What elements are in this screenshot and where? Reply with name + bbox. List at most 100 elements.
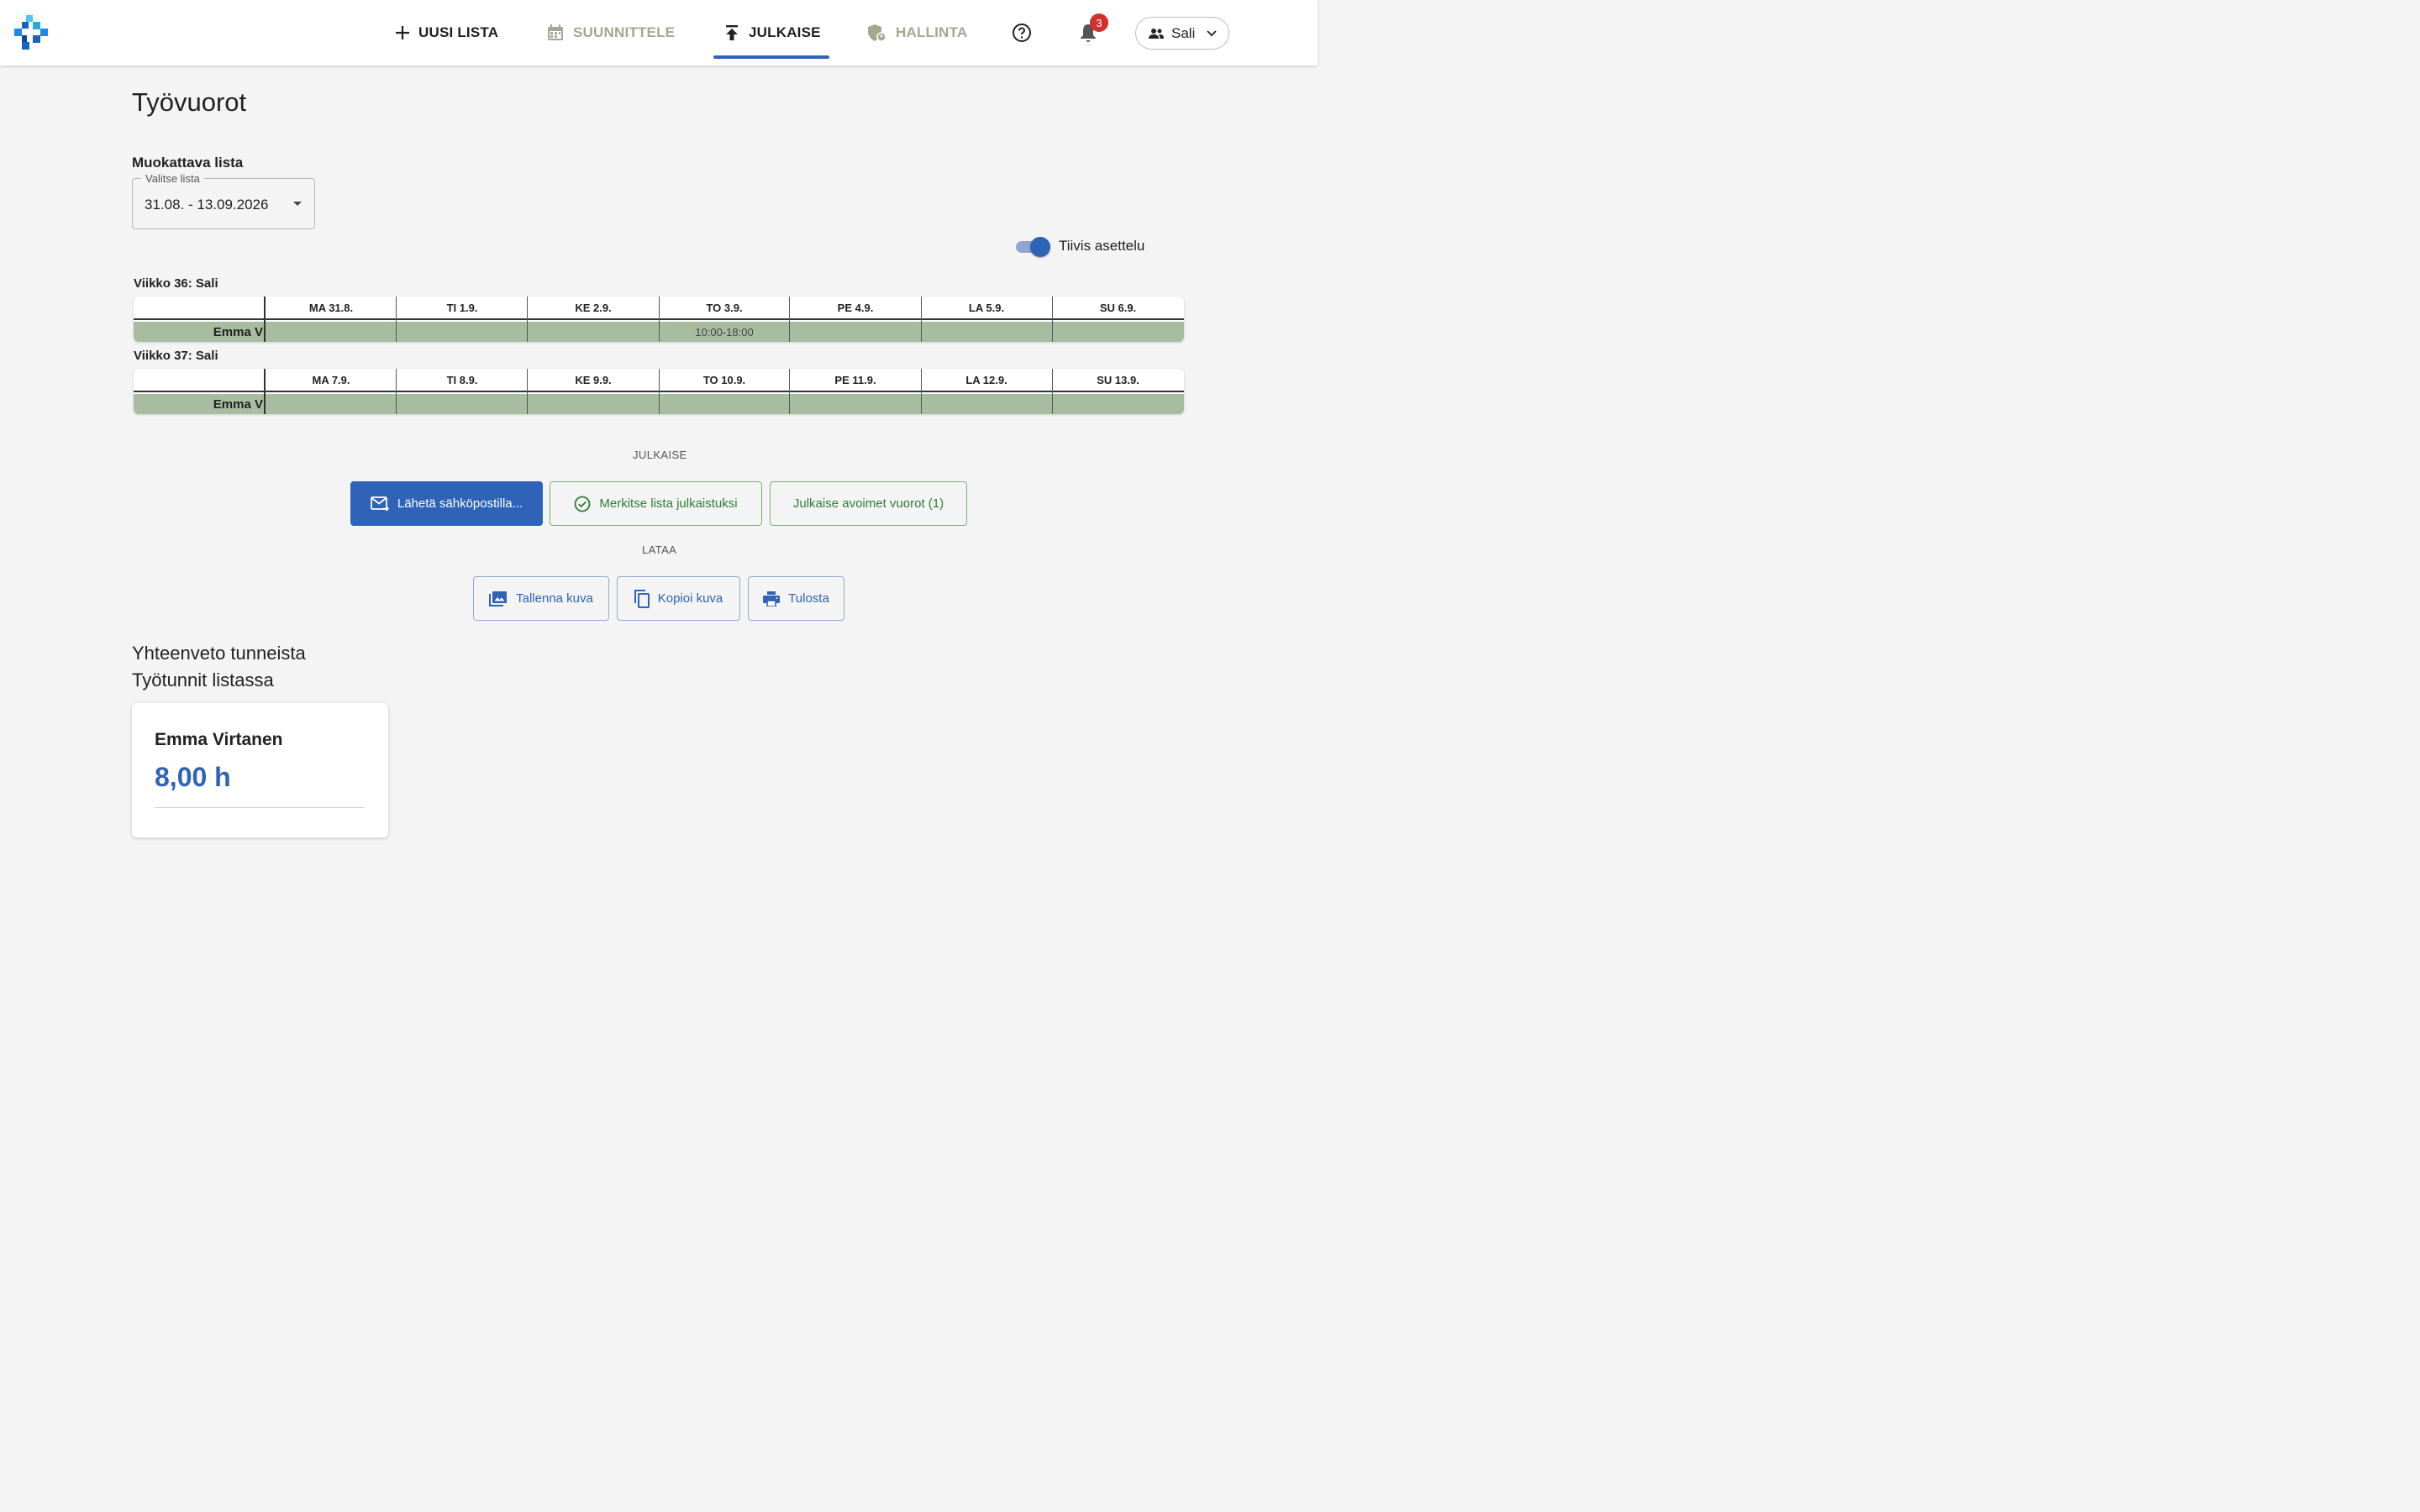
- summary-title: Yhteenveto tunneista: [132, 643, 306, 664]
- mark-published-button[interactable]: Merkitse lista julkaistuksi: [550, 481, 762, 526]
- week-schedule-table: MA 7.9. TI 8.9. KE 9.9. TO 10.9. PE 11.9…: [134, 369, 1184, 414]
- copy-icon: [634, 589, 650, 608]
- column-divider: [789, 369, 790, 414]
- admin-shield-icon: [868, 24, 886, 42]
- shift-cell[interactable]: [528, 322, 659, 342]
- print-button[interactable]: Tulosta: [748, 576, 844, 621]
- shift-cell[interactable]: [921, 322, 1052, 342]
- shift-cell[interactable]: [397, 394, 528, 414]
- week-title: Viikko 37: Sali: [134, 349, 218, 363]
- people-icon: [1149, 28, 1164, 39]
- day-header: TI 1.9.: [446, 301, 478, 314]
- header-empty-cell: [134, 297, 265, 318]
- nav-publish-label: JULKAISE: [749, 24, 821, 40]
- active-tab-indicator: [713, 55, 829, 59]
- help-icon: [1013, 24, 1031, 42]
- column-divider: [659, 369, 660, 414]
- column-divider: [264, 369, 266, 414]
- day-header: MA 31.8.: [308, 301, 354, 314]
- column-divider: [1052, 369, 1053, 414]
- week-schedule-table: MA 31.8. TI 1.9. KE 2.9. TO 3.9. PE 4.9.…: [134, 297, 1184, 342]
- day-header: PE 11.9.: [834, 373, 876, 386]
- column-divider: [264, 297, 266, 342]
- upload-icon: [726, 25, 738, 40]
- printer-icon: [763, 591, 781, 606]
- column-divider: [396, 369, 397, 414]
- day-header: SU 13.9.: [1097, 373, 1139, 386]
- help-button[interactable]: [1010, 21, 1034, 45]
- list-select[interactable]: Valitse lista 31.08. - 13.09.2026: [132, 172, 315, 229]
- shift-cell[interactable]: 10:00-18:00: [659, 322, 790, 342]
- calendar-icon: [548, 24, 563, 40]
- publish-open-shifts-label: Julkaise avoimet vuorot (1): [792, 496, 944, 511]
- week-title: Viikko 36: Sali: [134, 276, 218, 291]
- card-divider: [155, 807, 365, 808]
- column-divider: [789, 297, 790, 342]
- download-section-caption: LATAA: [642, 543, 677, 556]
- shift-cell[interactable]: [921, 394, 1052, 414]
- employee-name: Emma V: [213, 396, 263, 412]
- check-circle-icon: [574, 496, 591, 512]
- column-divider: [527, 297, 528, 342]
- day-header: LA 12.9.: [965, 373, 1007, 386]
- column-divider: [396, 297, 397, 342]
- day-header: PE 4.9.: [837, 301, 874, 314]
- day-header: MA 7.9.: [312, 373, 350, 386]
- day-header: TI 8.9.: [446, 373, 478, 386]
- publish-section-caption: JULKAISE: [633, 449, 687, 461]
- nav-new-list[interactable]: UUSI LISTA: [395, 0, 498, 66]
- compact-layout-label: Tiivis asettelu: [1059, 238, 1145, 254]
- nav-plan[interactable]: SUUNNITTELE: [546, 0, 675, 66]
- nav-new-list-label: UUSI LISTA: [418, 24, 499, 40]
- shift-cell[interactable]: [528, 394, 659, 414]
- mark-published-label: Merkitse lista julkaistuksi: [599, 496, 738, 511]
- shift-cell[interactable]: [790, 322, 921, 342]
- chevron-down-icon: [1207, 29, 1217, 36]
- print-label: Tulosta: [788, 591, 829, 606]
- dropdown-caret-icon: [293, 202, 302, 206]
- editable-list-label: Muokattava lista: [132, 155, 244, 171]
- summary-subtitle: Työtunnit listassa: [132, 669, 274, 690]
- compact-layout-toggle[interactable]: [1016, 237, 1051, 257]
- shift-cell[interactable]: [266, 322, 397, 342]
- toggle-knob: [1030, 237, 1050, 257]
- save-image-label: Tallenna kuva: [516, 591, 593, 606]
- shift-cell[interactable]: [266, 394, 397, 414]
- header-empty-cell: [134, 369, 265, 391]
- user-menu-button[interactable]: Sali: [1135, 17, 1229, 50]
- send-email-button[interactable]: Lähetä sähköpostilla...: [350, 481, 543, 526]
- day-header: TO 10.9.: [702, 373, 746, 386]
- page-title: Työvuorot: [132, 87, 247, 117]
- copy-image-button[interactable]: Kopioi kuva: [617, 576, 740, 621]
- shift-cell[interactable]: [790, 394, 921, 414]
- save-image-button[interactable]: Tallenna kuva: [473, 576, 609, 621]
- employee-name: Emma V: [213, 324, 263, 339]
- shift-cell[interactable]: [659, 394, 790, 414]
- column-divider: [921, 369, 922, 414]
- day-header: KE 2.9.: [575, 301, 612, 314]
- plus-icon: [396, 26, 409, 39]
- notification-count-badge: 3: [1090, 13, 1108, 32]
- employee-hours-total: 8,00 h: [155, 762, 231, 792]
- column-divider: [527, 369, 528, 414]
- email-send-icon: [370, 496, 389, 512]
- app-logo-icon[interactable]: [14, 15, 48, 50]
- nav-plan-label: SUUNNITTELE: [573, 24, 676, 40]
- shift-cell[interactable]: [397, 322, 528, 342]
- day-header: TO 3.9.: [706, 301, 743, 314]
- top-navigation-bar: UUSI LISTA SUUNNITTELE JULKAISE HALLINTA…: [0, 0, 1318, 66]
- shift-cell[interactable]: [1052, 394, 1184, 414]
- shift-cell[interactable]: [1052, 322, 1184, 342]
- list-select-legend: Valitse lista: [141, 172, 204, 185]
- employee-hours-card: Emma Virtanen 8,00 h: [132, 703, 388, 837]
- nav-admin[interactable]: HALLINTA: [867, 0, 967, 66]
- copy-image-label: Kopioi kuva: [657, 591, 723, 606]
- day-header: KE 9.9.: [575, 373, 612, 386]
- list-select-value: 31.08. - 13.09.2026: [145, 197, 269, 213]
- image-library-icon: [489, 591, 508, 606]
- publish-open-shifts-button[interactable]: Julkaise avoimet vuorot (1): [770, 481, 967, 526]
- column-divider: [921, 297, 922, 342]
- nav-admin-label: HALLINTA: [896, 24, 968, 40]
- employee-full-name: Emma Virtanen: [155, 730, 283, 749]
- send-email-label: Lähetä sähköpostilla...: [397, 496, 523, 511]
